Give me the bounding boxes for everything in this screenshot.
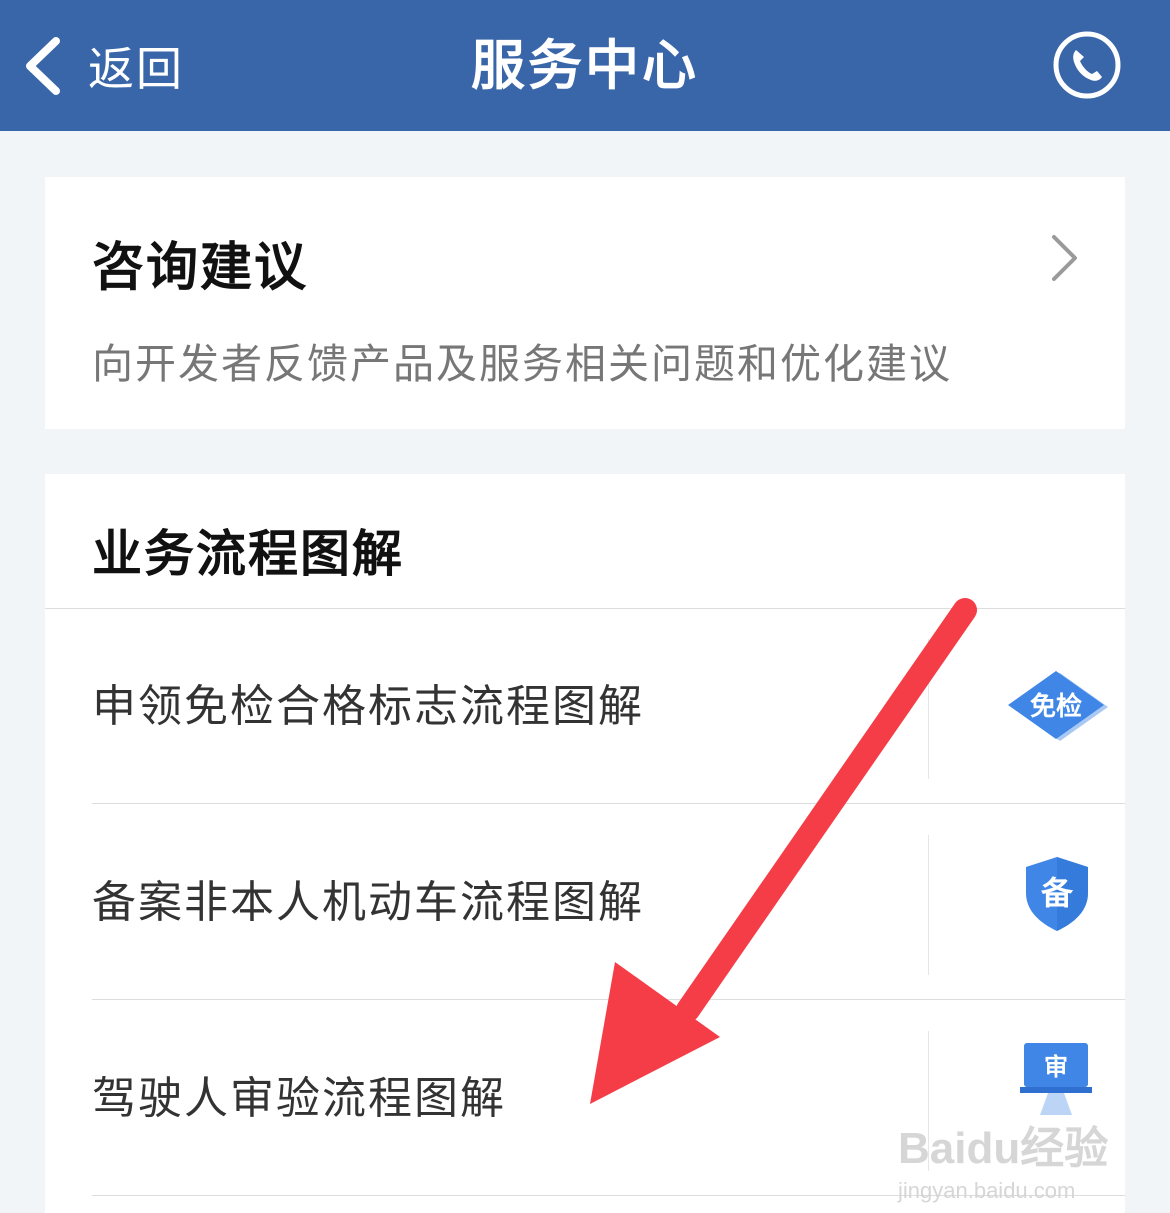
back-label: 返回 xyxy=(88,42,184,96)
process-item-exemption[interactable]: 申领免检合格标志流程图解 免检 xyxy=(92,609,1125,804)
process-item-label: 备案非本人机动车流程图解 xyxy=(92,877,644,928)
app-header: 返回 服务中心 xyxy=(0,0,1170,131)
phone-icon xyxy=(1053,31,1121,99)
phone-button[interactable] xyxy=(1052,30,1122,100)
exemption-icon-text: 免检 xyxy=(1030,691,1082,722)
watermark-url: jingyan.baidu.com xyxy=(898,1178,1076,1203)
watermark-brand: Baidu经验 xyxy=(898,1124,1109,1173)
review-icon-text: 审 xyxy=(1044,1053,1068,1081)
process-card: 业务流程图解 申领免检合格标志流程图解 免检 备案非本人机动车流程图解 备 驾驶… xyxy=(45,474,1125,1213)
consult-subtitle: 向开发者反馈产品及服务相关问题和优化建议 xyxy=(92,340,952,388)
process-title: 业务流程图解 xyxy=(92,525,404,583)
process-item-label: 申领免检合格标志流程图解 xyxy=(92,681,644,732)
consult-card[interactable]: 咨询建议 向开发者反馈产品及服务相关问题和优化建议 xyxy=(45,177,1125,429)
record-shield-icon: 备 xyxy=(1012,857,1102,943)
chevron-left-icon xyxy=(26,37,60,95)
divider xyxy=(928,639,929,779)
record-icon-text: 备 xyxy=(1041,874,1074,912)
divider xyxy=(928,835,929,975)
divider xyxy=(92,999,1125,1000)
process-item-record[interactable]: 备案非本人机动车流程图解 备 xyxy=(92,805,1125,1000)
watermark: Baidu经验 jingyan.baidu.com xyxy=(898,1112,1118,1204)
divider xyxy=(92,803,1125,804)
process-item-label: 驾驶人审验流程图解 xyxy=(92,1073,506,1124)
consult-title: 咨询建议 xyxy=(92,238,309,298)
chevron-right-icon xyxy=(1052,235,1077,281)
exemption-diamond-icon: 免检 xyxy=(1008,667,1108,747)
back-button[interactable]: 返回 xyxy=(22,28,184,104)
